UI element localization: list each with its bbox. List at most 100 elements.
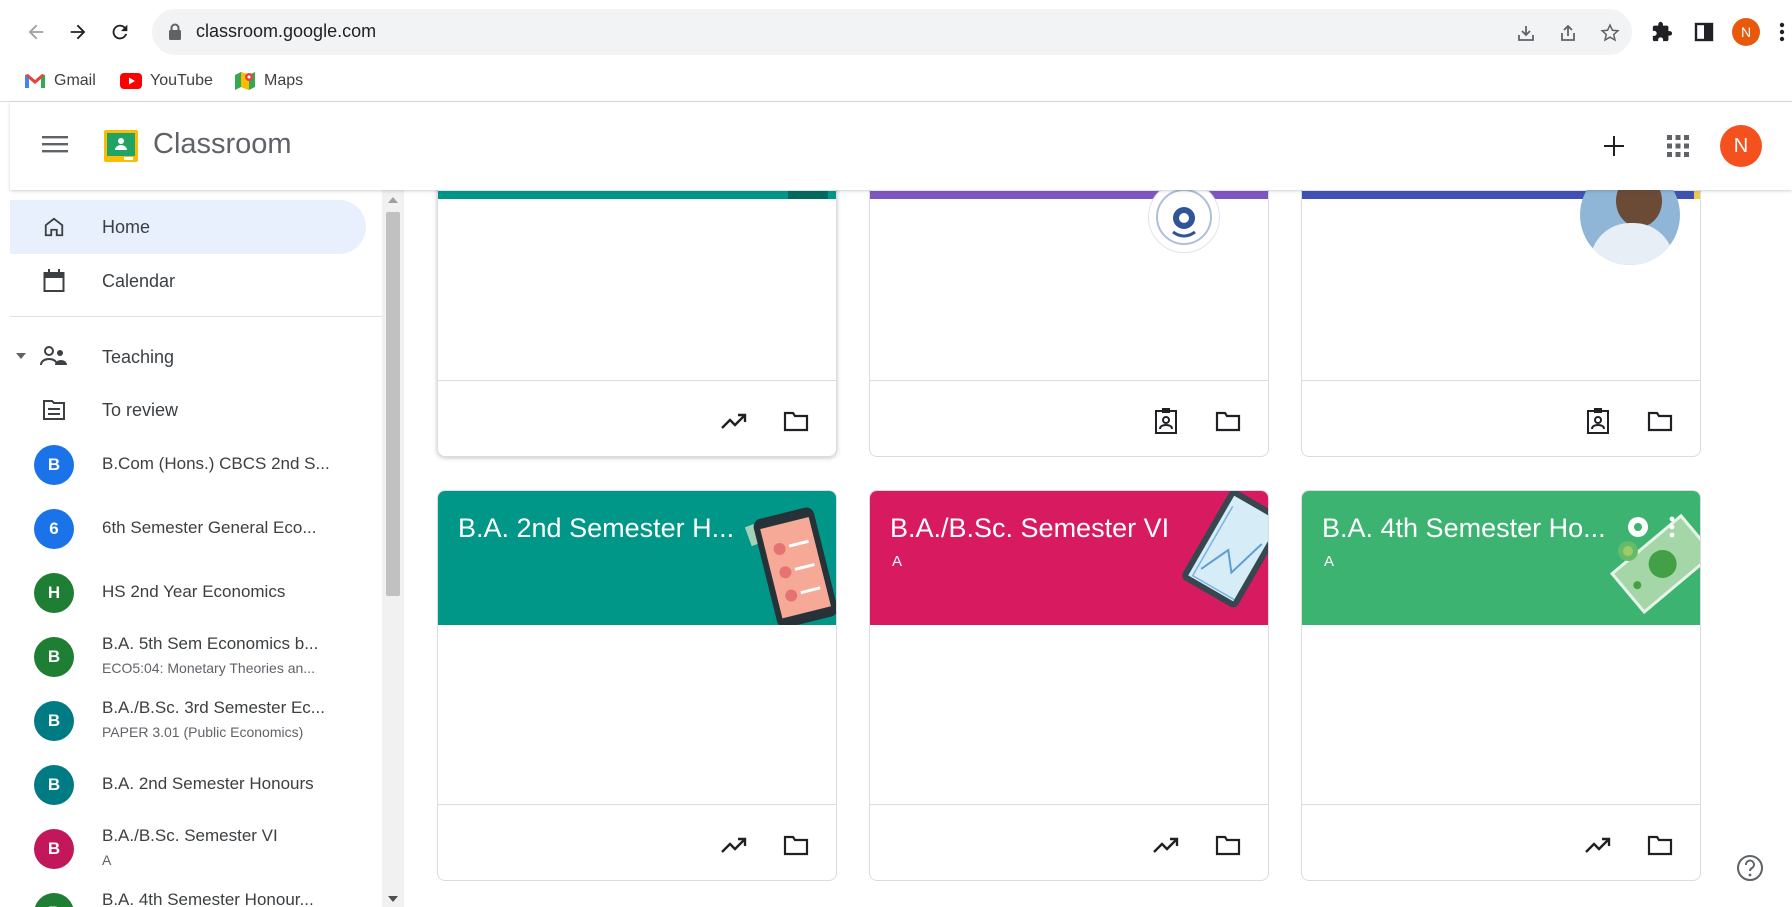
sidebar-scrollbar[interactable] bbox=[382, 190, 404, 907]
extensions-button[interactable] bbox=[1648, 18, 1676, 46]
card-footer bbox=[1302, 804, 1700, 880]
address-bar[interactable]: classroom.google.com bbox=[152, 9, 1632, 55]
sidebar-divider bbox=[10, 316, 382, 317]
gear-badge-icon bbox=[1628, 517, 1648, 537]
class-card[interactable]: B.A./B.Sc. Semester VI A bbox=[869, 490, 1269, 881]
class-name: 6th Semester General Eco... bbox=[102, 518, 317, 537]
share-icon[interactable] bbox=[1556, 21, 1580, 45]
reload-icon bbox=[112, 24, 128, 40]
folder-icon[interactable] bbox=[782, 831, 810, 859]
card-footer bbox=[870, 380, 1268, 456]
card-title[interactable]: B.A. 4th Semester Ho... bbox=[1322, 513, 1606, 544]
bookmark-gmail[interactable]: Gmail bbox=[24, 68, 96, 94]
side-panel-button[interactable] bbox=[1690, 18, 1718, 46]
card-footer bbox=[438, 804, 836, 880]
class-card[interactable] bbox=[869, 150, 1269, 457]
folder-icon[interactable] bbox=[782, 407, 810, 435]
class-name: B.Com (Hons.) CBCS 2nd S... bbox=[102, 454, 330, 473]
tablet-illustration bbox=[1182, 491, 1268, 608]
card-title[interactable]: B.A./B.Sc. Semester VI bbox=[890, 513, 1169, 544]
class-name: B.A./B.Sc. Semester VI bbox=[102, 826, 278, 845]
google-apps-button[interactable] bbox=[1662, 130, 1694, 162]
trending-up-icon[interactable] bbox=[1584, 831, 1612, 859]
class-name: B.A. 5th Sem Economics b... bbox=[102, 634, 319, 653]
sidebar-item-home[interactable]: Home bbox=[10, 200, 366, 254]
bookmarks-bar: Gmail YouTube Maps bbox=[0, 64, 1792, 102]
sidebar-class-item[interactable]: B B.A. 2nd Semester Honours bbox=[10, 754, 370, 816]
create-join-button[interactable] bbox=[1598, 130, 1630, 162]
trending-up-icon[interactable] bbox=[1152, 831, 1180, 859]
forward-button[interactable] bbox=[64, 18, 92, 46]
class-avatar: H bbox=[34, 573, 74, 613]
folder-icon[interactable] bbox=[1214, 407, 1242, 435]
install-icon[interactable] bbox=[1514, 21, 1538, 45]
class-subtitle: A bbox=[102, 852, 112, 868]
reload-button[interactable] bbox=[106, 18, 134, 46]
sidebar-class-item[interactable]: 6 6th Semester General Eco... bbox=[10, 498, 370, 560]
sidebar-label: To review bbox=[102, 399, 179, 420]
bookmark-star-icon[interactable] bbox=[1598, 21, 1622, 45]
card-banner-strip bbox=[438, 191, 836, 199]
scroll-down-arrow-icon[interactable] bbox=[388, 896, 398, 902]
youtube-icon bbox=[120, 73, 142, 89]
trending-up-icon[interactable] bbox=[720, 831, 748, 859]
account-avatar: N bbox=[1720, 125, 1762, 167]
bookmark-youtube[interactable]: YouTube bbox=[120, 68, 213, 94]
profile-button[interactable]: N bbox=[1732, 18, 1760, 46]
classroom-logo[interactable] bbox=[104, 130, 138, 162]
sidebar-class-item[interactable]: B B.A. 4th Semester Honour... bbox=[10, 882, 370, 907]
class-card[interactable] bbox=[437, 150, 837, 457]
sidebar-class-item[interactable]: B B.Com (Hons.) CBCS 2nd S... bbox=[10, 434, 370, 496]
back-arrow-icon bbox=[28, 24, 44, 40]
scroll-thumb[interactable] bbox=[386, 212, 400, 596]
class-name: HS 2nd Year Economics bbox=[102, 582, 286, 601]
sidebar-label: Calendar bbox=[102, 270, 176, 291]
trending-up-icon[interactable] bbox=[720, 407, 748, 435]
bookmark-maps[interactable]: Maps bbox=[234, 68, 303, 94]
chrome-menu-button[interactable] bbox=[1772, 18, 1792, 46]
browser-toolbar: classroom.google.com N bbox=[0, 0, 1792, 64]
main-menu-button[interactable] bbox=[42, 134, 68, 159]
folder-icon[interactable] bbox=[1646, 407, 1674, 435]
sidebar-item-to-review[interactable]: To review bbox=[10, 383, 366, 437]
assignment-ind-icon[interactable] bbox=[1584, 407, 1612, 435]
card-title[interactable]: B.A. 2nd Semester H... bbox=[458, 513, 734, 544]
forward-arrow-icon bbox=[70, 24, 86, 40]
sidebar-class-item[interactable]: B B.A. 5th Sem Economics b... ECO5:04: M… bbox=[10, 626, 370, 688]
bookmark-label: Maps bbox=[264, 72, 304, 89]
class-avatar: B bbox=[34, 893, 74, 907]
classroom-header: Classroom N bbox=[10, 102, 1792, 190]
class-avatar: B bbox=[34, 637, 74, 677]
card-footer bbox=[1302, 380, 1700, 456]
class-avatar: B bbox=[34, 765, 74, 805]
help-button[interactable] bbox=[1736, 854, 1764, 882]
folder-icon[interactable] bbox=[1646, 831, 1674, 859]
classroom-logo-icon bbox=[104, 130, 138, 162]
sidebar-class-item[interactable]: H HS 2nd Year Economics bbox=[10, 562, 370, 624]
kebab-menu-icon bbox=[1779, 22, 1785, 42]
sidebar-class-item[interactable]: B B.A./B.Sc. Semester VI A bbox=[10, 818, 370, 880]
sidebar-label: Home bbox=[102, 216, 151, 237]
class-card[interactable]: B.A. 4th Semester Ho... A bbox=[1301, 490, 1701, 881]
to-review-icon bbox=[40, 396, 68, 424]
home-icon bbox=[40, 213, 68, 241]
sidebar-item-calendar[interactable]: Calendar bbox=[10, 254, 366, 308]
card-menu-button[interactable] bbox=[1662, 515, 1682, 541]
back-button[interactable] bbox=[22, 18, 50, 46]
money-illustration bbox=[1609, 513, 1700, 615]
assignment-ind-icon[interactable] bbox=[1152, 407, 1180, 435]
class-card[interactable] bbox=[1301, 150, 1701, 457]
scroll-up-arrow-icon[interactable] bbox=[388, 197, 398, 203]
card-banner: B.A./B.Sc. Semester VI A bbox=[870, 491, 1268, 625]
class-card[interactable]: B.A. 2nd Semester H... bbox=[437, 490, 837, 881]
sidebar-class-item[interactable]: B B.A./B.Sc. 3rd Semester Ec... PAPER 3.… bbox=[10, 690, 370, 752]
card-section: A bbox=[1324, 553, 1335, 570]
account-button[interactable]: N bbox=[1720, 125, 1762, 167]
expand-caret-icon[interactable] bbox=[16, 353, 26, 359]
card-banner: B.A. 2nd Semester H... bbox=[438, 491, 836, 625]
app-title[interactable]: Classroom bbox=[153, 128, 292, 161]
folder-icon[interactable] bbox=[1214, 831, 1242, 859]
sidebar-item-teaching[interactable]: Teaching bbox=[10, 330, 366, 384]
class-avatar: B bbox=[34, 701, 74, 741]
plus-icon bbox=[1604, 136, 1624, 156]
